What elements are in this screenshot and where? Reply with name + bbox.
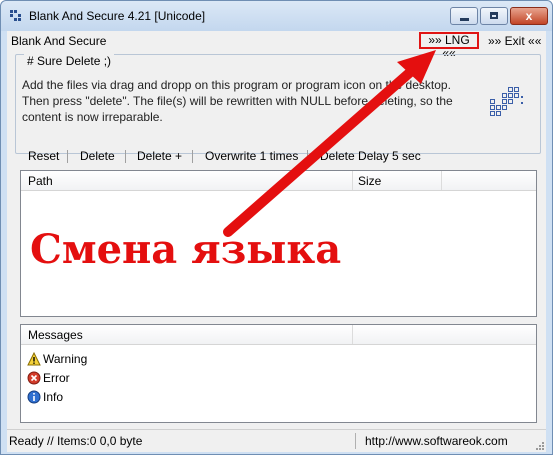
toolbar-separator: [67, 150, 68, 163]
column-divider[interactable]: [352, 325, 353, 344]
info-group: # Sure Delete ;) Add the files via drag …: [15, 54, 541, 154]
title-bar[interactable]: Blank And Secure 4.21 [Unicode] x: [1, 1, 552, 31]
warning-icon: [27, 352, 41, 366]
menu-item-exit[interactable]: »» Exit ««: [488, 34, 541, 48]
column-header-messages[interactable]: Messages: [28, 328, 83, 342]
annotation-label: Смена языка: [30, 226, 342, 273]
messages-header: Messages: [21, 325, 536, 345]
toolbar-separator: [192, 150, 193, 163]
message-label: Info: [43, 390, 64, 404]
message-label: Error: [43, 371, 70, 385]
minimize-button[interactable]: [450, 7, 478, 25]
delete-button[interactable]: Delete: [80, 149, 115, 163]
toolbar: Reset Delete Delete + Overwrite 1 times …: [7, 147, 546, 165]
delete-plus-button[interactable]: Delete +: [137, 149, 182, 163]
overwrite-button[interactable]: Overwrite 1 times: [205, 149, 298, 163]
info-icon: [27, 390, 41, 404]
website-link[interactable]: http://www.softwareok.com: [365, 434, 508, 448]
info-text: Add the files via drag and dropp on this…: [22, 78, 453, 124]
file-list-header: Path Size: [21, 171, 536, 191]
menu-bar: Blank And Secure »» LNG «« »» Exit ««: [7, 31, 546, 60]
resize-grip-icon[interactable]: [534, 440, 544, 450]
shred-grid-icon: [490, 87, 523, 116]
menu-item-app[interactable]: Blank And Secure: [11, 34, 106, 48]
status-bar: Ready // Items:0 0,0 byte http://www.sof…: [7, 429, 546, 452]
status-divider: [355, 433, 356, 449]
messages-list[interactable]: Messages Warning Error Info: [20, 324, 537, 423]
maximize-icon: [490, 12, 498, 19]
close-icon: x: [525, 9, 533, 23]
info-group-title: # Sure Delete ;): [24, 54, 115, 68]
reset-button[interactable]: Reset: [28, 149, 59, 163]
maximize-button[interactable]: [480, 7, 508, 25]
column-header-size[interactable]: Size: [358, 174, 381, 188]
delete-delay-button[interactable]: Delete Delay 5 sec: [320, 149, 421, 163]
toolbar-separator: [307, 150, 308, 163]
column-divider[interactable]: [352, 171, 353, 190]
minimize-icon: [460, 18, 469, 21]
column-divider[interactable]: [441, 171, 442, 190]
status-text: Ready // Items:0 0,0 byte: [9, 434, 143, 448]
error-icon: [27, 371, 41, 385]
close-button[interactable]: x: [510, 7, 548, 25]
column-header-path[interactable]: Path: [28, 174, 53, 188]
window-title: Blank And Secure 4.21 [Unicode]: [29, 9, 206, 23]
toolbar-separator: [125, 150, 126, 163]
message-label: Warning: [43, 352, 88, 366]
menu-item-language[interactable]: »» LNG ««: [419, 32, 479, 60]
app-icon: [10, 10, 21, 21]
